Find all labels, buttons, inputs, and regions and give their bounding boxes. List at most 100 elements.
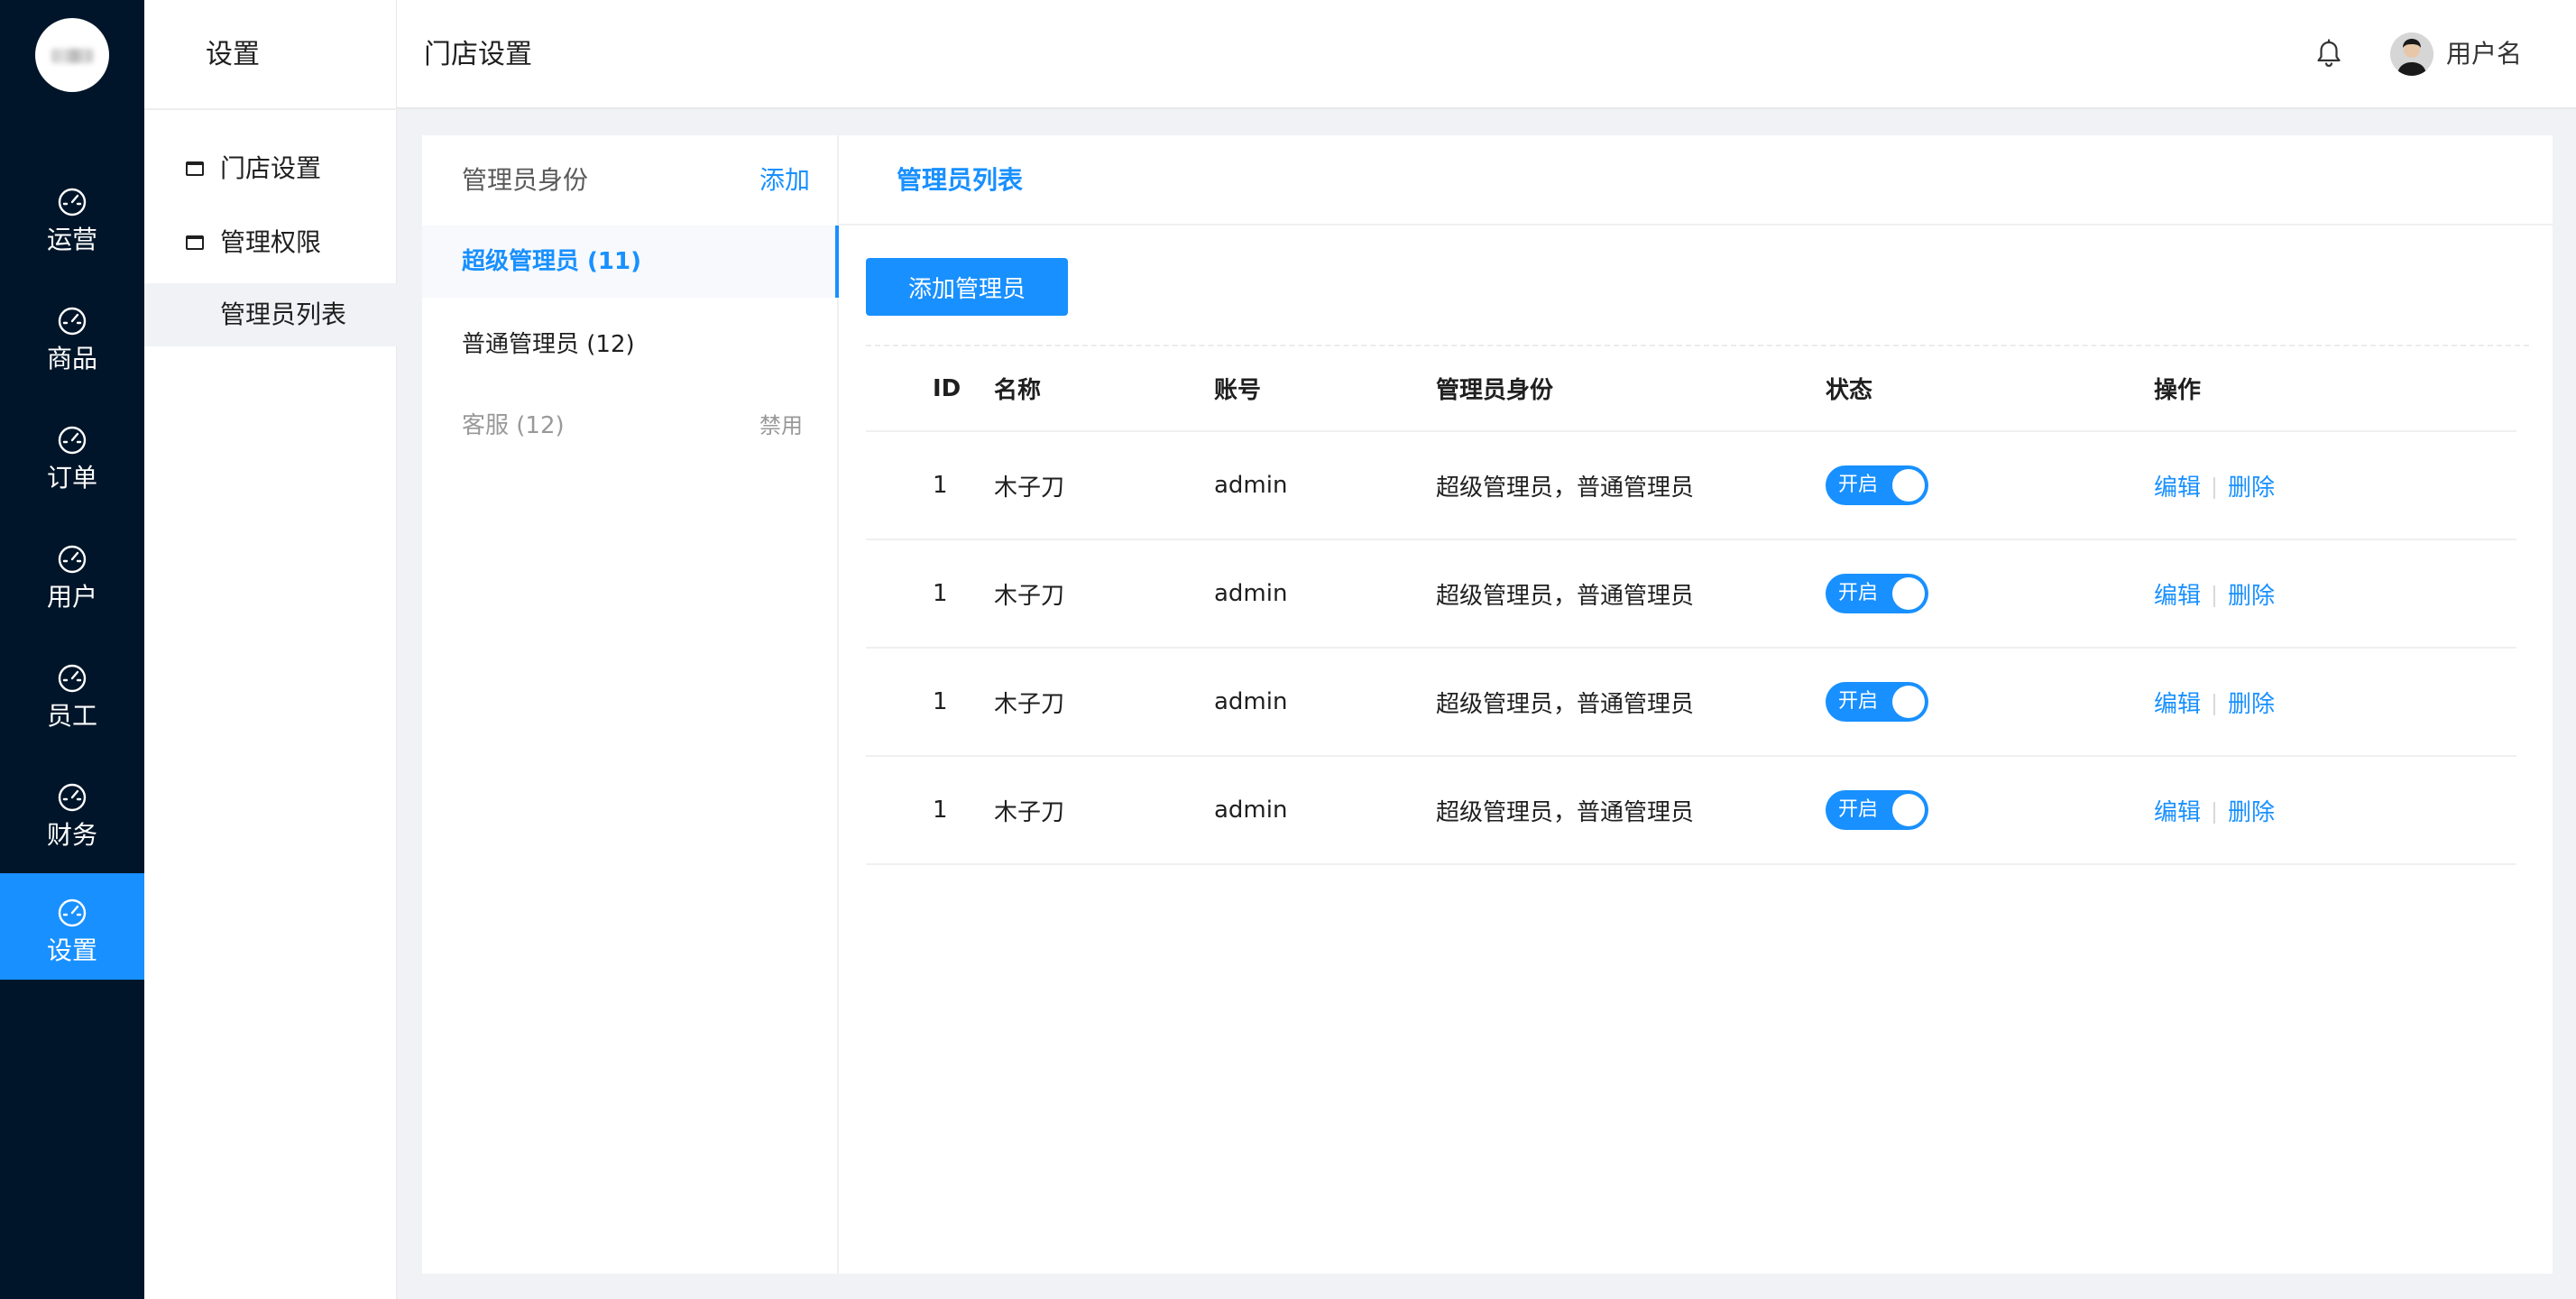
- toggle-label: 开启: [1838, 582, 1879, 604]
- role-item-support[interactable]: 客服 (12) 禁用: [422, 390, 839, 462]
- toggle-knob: [1892, 469, 1925, 502]
- nav-item-label: 订单: [46, 463, 97, 493]
- cell-account: admin: [1214, 431, 1436, 540]
- status-toggle[interactable]: 开启: [1826, 790, 1928, 830]
- cell-status: 开启: [1826, 431, 2154, 540]
- main-card: 管理员身份 添加 超级管理员 (11) 普通管理员 (12) 客服 (12) 禁…: [422, 135, 2553, 1274]
- status-toggle[interactable]: 开启: [1826, 574, 1928, 613]
- action-divider: [2213, 477, 2216, 499]
- table-row: 1 木子刀 admin 超级管理员，普通管理员 开启 编辑 删除: [866, 431, 2516, 540]
- page-title: 门店设置: [424, 39, 532, 70]
- action-divider: [2213, 802, 2216, 824]
- dashboard-icon: [58, 307, 87, 336]
- cell-id: 1: [866, 539, 994, 649]
- cell-actions: 编辑 删除: [2154, 431, 2516, 540]
- subnav-item-store-settings[interactable]: 门店设置: [144, 137, 397, 200]
- dashboard-icon: [58, 783, 87, 812]
- delete-link[interactable]: 删除: [2228, 691, 2275, 718]
- window-icon: [186, 235, 204, 250]
- nav-item-staff[interactable]: 员工: [0, 639, 144, 747]
- cell-status: 开启: [1826, 648, 2154, 757]
- column-header-account: 账号: [1214, 346, 1436, 432]
- role-item-super-admin[interactable]: 超级管理员 (11): [422, 226, 839, 298]
- nav-item-settings[interactable]: 设置: [0, 873, 144, 980]
- nav-item-label: 商品: [46, 344, 97, 373]
- username[interactable]: 用户名: [2446, 36, 2522, 72]
- cell-status: 开启: [1826, 756, 2154, 865]
- role-name: 普通管理员 (12): [462, 331, 635, 358]
- admin-table: ID 名称 账号 管理员身份 状态 操作 1 木子刀 admin 超级管理员，普…: [866, 346, 2516, 865]
- nav-item-finance[interactable]: 财务: [0, 758, 144, 866]
- cell-status: 开启: [1826, 539, 2154, 649]
- cell-roles: 超级管理员，普通管理员: [1436, 539, 1826, 649]
- cell-roles: 超级管理员，普通管理员: [1436, 756, 1826, 865]
- roles-panel: 管理员身份 添加 超级管理员 (11) 普通管理员 (12) 客服 (12) 禁…: [422, 135, 839, 1274]
- add-admin-button[interactable]: 添加管理员: [866, 258, 1068, 316]
- subnav-divider: [144, 108, 397, 110]
- cell-actions: 编辑 删除: [2154, 648, 2516, 757]
- role-item-admin[interactable]: 普通管理员 (12): [422, 309, 839, 381]
- toggle-label: 开启: [1838, 474, 1879, 496]
- nav-item-label: 设置: [46, 935, 97, 965]
- edit-link[interactable]: 编辑: [2154, 474, 2201, 502]
- table-header-row: ID 名称 账号 管理员身份 状态 操作: [866, 346, 2516, 432]
- subnav-item-permissions[interactable]: 管理权限: [144, 211, 397, 274]
- toggle-label: 开启: [1838, 690, 1879, 713]
- avatar[interactable]: [2390, 32, 2433, 76]
- top-header: 门店设置 用户名: [397, 0, 2576, 109]
- toggle-knob: [1892, 686, 1925, 718]
- cell-actions: 编辑 删除: [2154, 539, 2516, 649]
- nav-item-users[interactable]: 用户: [0, 520, 144, 628]
- subnav-item-label: 门店设置: [220, 153, 322, 183]
- column-header-id: ID: [866, 346, 994, 432]
- delete-link[interactable]: 删除: [2228, 583, 2275, 610]
- cell-roles: 超级管理员，普通管理员: [1436, 431, 1826, 540]
- cell-id: 1: [866, 756, 994, 865]
- cell-id: 1: [866, 431, 994, 540]
- bell-icon[interactable]: [2313, 38, 2345, 70]
- action-divider: [2213, 585, 2216, 607]
- edit-link[interactable]: 编辑: [2154, 583, 2201, 610]
- table-row: 1 木子刀 admin 超级管理员，普通管理员 开启 编辑 删除: [866, 756, 2516, 865]
- cell-roles: 超级管理员，普通管理员: [1436, 648, 1826, 757]
- cell-name: 木子刀: [994, 648, 1214, 757]
- column-header-actions: 操作: [2154, 346, 2516, 432]
- dashboard-icon: [58, 898, 87, 927]
- nav-item-orders[interactable]: 订单: [0, 401, 144, 509]
- cell-account: admin: [1214, 539, 1436, 649]
- cell-account: admin: [1214, 648, 1436, 757]
- disabled-badge: 禁用: [759, 413, 803, 438]
- add-role-link[interactable]: 添加: [759, 162, 810, 198]
- delete-link[interactable]: 删除: [2228, 474, 2275, 502]
- subnav-title: 设置: [206, 39, 260, 70]
- nav-item-label: 运营: [46, 225, 97, 254]
- status-toggle[interactable]: 开启: [1826, 465, 1928, 505]
- edit-link[interactable]: 编辑: [2154, 799, 2201, 826]
- nav-item-label: 财务: [46, 820, 97, 850]
- column-header-status: 状态: [1826, 346, 2154, 432]
- role-name: 超级管理员 (11): [462, 248, 641, 275]
- dashboard-icon: [58, 545, 87, 574]
- cell-actions: 编辑 删除: [2154, 756, 2516, 865]
- status-toggle[interactable]: 开启: [1826, 682, 1928, 722]
- dashboard-icon: [58, 664, 87, 693]
- roles-panel-title: 管理员身份: [462, 165, 589, 195]
- column-header-role: 管理员身份: [1436, 346, 1826, 432]
- cell-id: 1: [866, 648, 994, 757]
- nav-item-products[interactable]: 商品: [0, 281, 144, 390]
- tab-admin-list[interactable]: 管理员列表: [897, 162, 1023, 198]
- table-row: 1 木子刀 admin 超级管理员，普通管理员 开启 编辑 删除: [866, 539, 2516, 649]
- toggle-knob: [1892, 794, 1925, 826]
- delete-link[interactable]: 删除: [2228, 799, 2275, 826]
- settings-subnav: 设置 门店设置 管理权限 管理员列表: [144, 0, 397, 1299]
- toggle-knob: [1892, 577, 1925, 610]
- role-name: 客服 (12): [462, 412, 565, 439]
- toggle-label: 开启: [1838, 798, 1879, 821]
- admin-list-panel: 管理员列表 添加管理员 ID 名称 账号 管理员身份 状态 操作 1 木子刀 a…: [839, 135, 2553, 1274]
- edit-link[interactable]: 编辑: [2154, 691, 2201, 718]
- column-header-name: 名称: [994, 346, 1214, 432]
- nav-item-operations[interactable]: 运营: [0, 162, 144, 271]
- logo: [35, 18, 109, 92]
- subnav-item-admin-list[interactable]: 管理员列表: [144, 283, 397, 346]
- nav-item-label: 员工: [46, 701, 97, 731]
